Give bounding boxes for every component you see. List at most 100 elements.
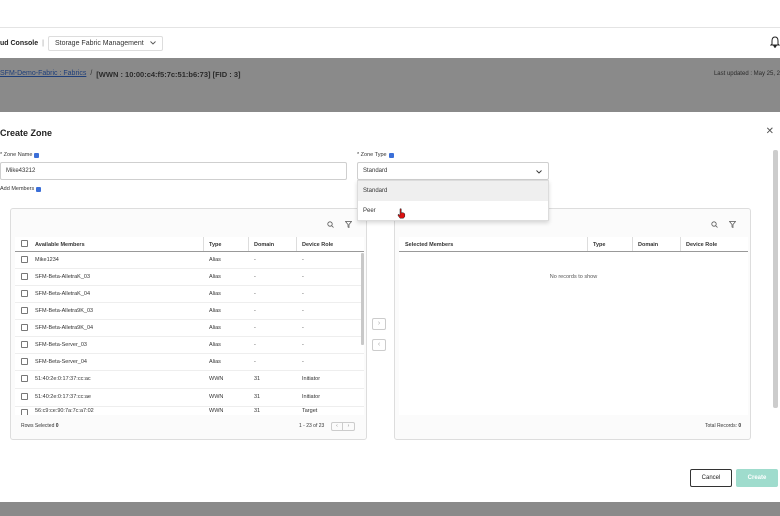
rows-selected-count: 0	[55, 423, 59, 429]
column-divider	[203, 237, 204, 251]
row-checkbox[interactable]	[21, 290, 28, 297]
member-type: Alias	[209, 308, 221, 314]
cancel-button[interactable]: Cancel	[690, 469, 732, 487]
option-standard[interactable]: Standard	[358, 181, 548, 201]
row-checkbox[interactable]	[21, 358, 28, 365]
column-divider	[587, 237, 588, 251]
member-domain: -	[254, 342, 256, 348]
member-type: Alias	[209, 257, 221, 263]
search-icon[interactable]	[327, 221, 334, 230]
app-header: ud Console | Storage Fabric Management	[0, 28, 780, 58]
modal-title: Create Zone	[0, 128, 53, 138]
search-icon[interactable]	[711, 221, 718, 230]
app-selector-dropdown[interactable]: Storage Fabric Management	[47, 35, 163, 51]
zone-name-label-text: * Zone Name	[0, 152, 33, 158]
member-type: Alias	[209, 359, 221, 365]
switch-title: [WWN : 10:00:c4:f5:7c:51:b6:73] [FID : 3…	[96, 70, 241, 79]
add-members-label-text: Add Members	[0, 186, 35, 192]
member-role: -	[302, 359, 304, 365]
browser-top-strip	[0, 0, 780, 28]
member-type: Alias	[209, 291, 221, 297]
next-page-icon[interactable]: ›	[343, 423, 354, 430]
member-domain: 31	[254, 408, 261, 414]
create-zone-modal: Create Zone ✕ * Zone Name Mike43212 * Zo…	[0, 112, 780, 502]
filter-icon[interactable]	[344, 221, 353, 230]
member-domain: -	[254, 274, 256, 280]
zone-type-value: Standard	[363, 168, 388, 174]
move-right-button[interactable]: ›	[372, 318, 386, 330]
member-domain: 31	[254, 376, 261, 382]
rows-selected: Rows Selected 0	[21, 423, 59, 429]
member-role: -	[302, 291, 304, 297]
col-device-role[interactable]: Device Role	[302, 242, 333, 248]
zone-type-select[interactable]: Standard	[357, 162, 549, 180]
table-row[interactable]: SFM-Beta-AlletraK_04 Alias - -	[15, 286, 364, 302]
table-row[interactable]: SFM-Beta-Server_03 Alias - -	[15, 337, 364, 353]
member-domain: -	[254, 257, 256, 263]
row-checkbox[interactable]	[21, 273, 28, 280]
member-role: Initiator	[302, 376, 321, 382]
table-row[interactable]: 51:40:2e:0:17:37:cc:ae WWN 31 Initiator	[15, 389, 364, 405]
row-checkbox[interactable]	[21, 307, 28, 314]
table-row[interactable]: SFM-Beta-AlletraK_03 Alias - -	[15, 269, 364, 285]
option-peer[interactable]: Peer	[358, 201, 548, 221]
row-checkbox[interactable]	[21, 324, 28, 331]
member-name: SFM-Beta-Alletra9K_04	[35, 325, 94, 331]
filter-icon[interactable]	[728, 221, 737, 230]
close-icon[interactable]: ✕	[766, 126, 774, 137]
prev-page-icon[interactable]: ‹	[332, 423, 343, 430]
zone-name-input[interactable]: Mike43212	[0, 162, 347, 180]
col-available-members[interactable]: Available Members	[35, 242, 85, 248]
app-name: ud Console	[0, 39, 39, 47]
move-left-button[interactable]: ‹	[372, 339, 386, 351]
app-selector-label: Storage Fabric Management	[54, 39, 144, 47]
zone-name-label: * Zone Name	[0, 152, 40, 158]
column-divider	[680, 237, 681, 251]
col-device-role[interactable]: Device Role	[686, 242, 717, 248]
table-row[interactable]: 56:c9:ce:90:7a:7c:a7:02 WWN 31 Target	[15, 406, 364, 415]
create-button[interactable]: Create	[736, 469, 778, 487]
notification-bell-icon[interactable]	[770, 36, 780, 48]
breadcrumb: SFM-Demo-Fabric : Fabrics / [WWN : 10:00…	[0, 70, 241, 79]
row-checkbox[interactable]	[21, 341, 28, 348]
member-type: WWN	[209, 408, 224, 414]
select-all-checkbox[interactable]	[21, 240, 28, 247]
col-domain[interactable]: Domain	[638, 242, 658, 248]
member-type: Alias	[209, 274, 221, 280]
total-records-count: 0	[738, 423, 742, 429]
row-checkbox[interactable]	[21, 256, 28, 263]
row-checkbox[interactable]	[21, 375, 28, 382]
selected-members-panel: Selected Members Type Domain Device Role…	[394, 208, 751, 440]
row-checkbox[interactable]	[21, 409, 28, 415]
row-checkbox[interactable]	[21, 393, 28, 400]
pagination-controls: ‹ ›	[331, 422, 355, 431]
total-records: Total Records: 0	[705, 423, 741, 429]
modal-scrollbar[interactable]	[773, 150, 778, 408]
member-role: Initiator	[302, 394, 321, 400]
info-icon[interactable]	[388, 152, 394, 158]
col-domain[interactable]: Domain	[254, 242, 274, 248]
col-type[interactable]: Type	[593, 242, 605, 248]
member-name: 51:40:2e:0:17:37:cc:ae	[35, 394, 91, 400]
info-icon[interactable]	[36, 186, 42, 192]
col-type[interactable]: Type	[209, 242, 221, 248]
member-name: SFM-Beta-AlletraK_04	[35, 291, 91, 297]
info-icon[interactable]	[34, 152, 40, 158]
chevron-down-icon	[536, 170, 542, 174]
header-separator: |	[42, 39, 44, 47]
table-row[interactable]: Mike1234 Alias - -	[15, 252, 364, 268]
table-row[interactable]: SFM-Beta-Alletra9K_03 Alias - -	[15, 303, 364, 319]
table-row[interactable]: 51:40:2e:0:17:37:cc:ac WWN 31 Initiator	[15, 371, 364, 387]
breadcrumb-fabrics-link[interactable]: SFM-Demo-Fabric : Fabrics	[0, 70, 86, 79]
member-name: SFM-Beta-Server_04	[35, 359, 87, 365]
table-scrollbar[interactable]	[361, 253, 364, 345]
member-domain: -	[254, 359, 256, 365]
total-records-label: Total Records:	[705, 423, 737, 429]
table-row[interactable]: SFM-Beta-Server_04 Alias - -	[15, 354, 364, 370]
column-divider	[296, 237, 297, 251]
table-row[interactable]: SFM-Beta-Alletra9K_04 Alias - -	[15, 320, 364, 336]
col-selected-members[interactable]: Selected Members	[405, 242, 453, 248]
member-name: 51:40:2e:0:17:37:cc:ac	[35, 376, 91, 382]
page-overlay-bottom	[0, 502, 780, 516]
zone-type-label: * Zone Type	[357, 152, 394, 158]
